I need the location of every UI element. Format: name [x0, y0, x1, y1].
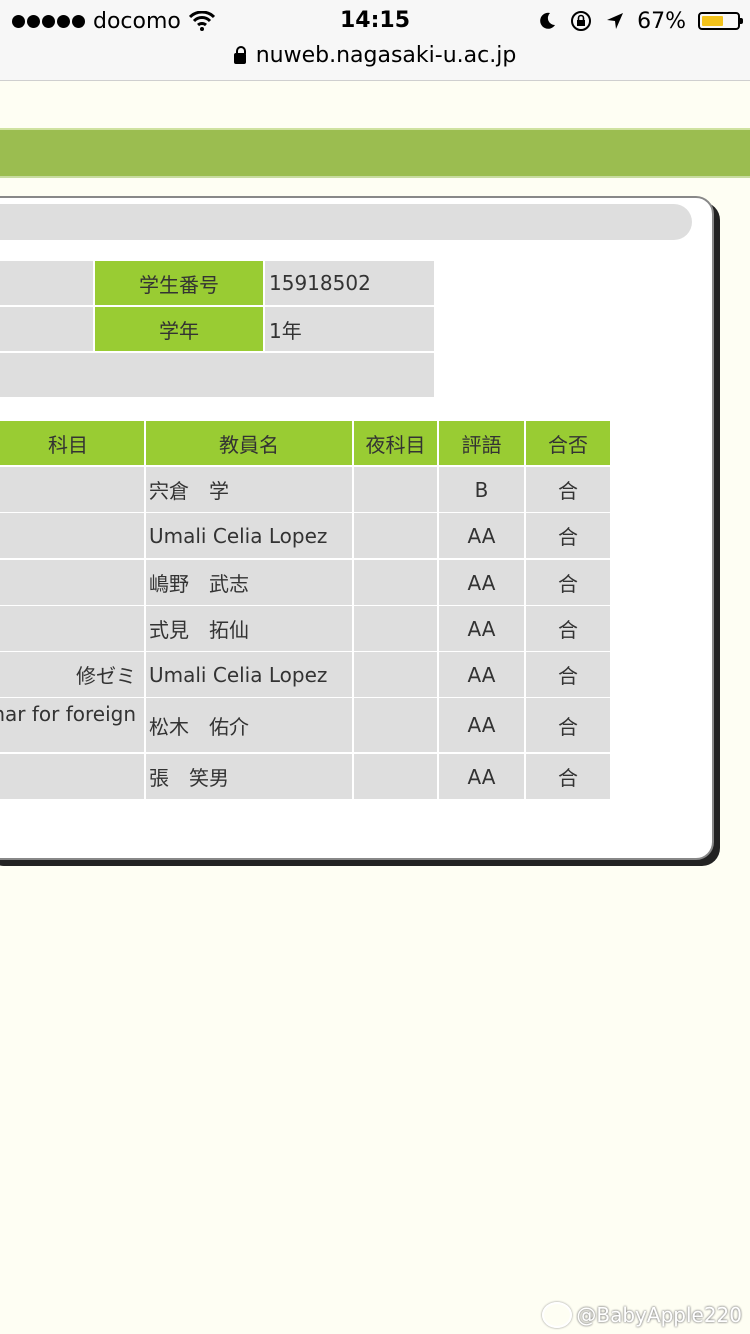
- status-bar: docomo 14:15 67% nuweb.nagasaki-u.ac.jp: [0, 0, 750, 81]
- page-header-band: [0, 128, 750, 178]
- watermark: @BabyApple220: [542, 1302, 742, 1328]
- header-pass: 合否: [526, 421, 610, 465]
- row-7-pass: 合: [526, 754, 610, 799]
- row-6-pass: 合: [526, 698, 610, 752]
- row-4-grade: AA: [439, 606, 524, 651]
- row-2-subject: [0, 513, 144, 558]
- row-5-grade: AA: [439, 652, 524, 697]
- row-5-pass: 合: [526, 652, 610, 697]
- battery-icon: [698, 12, 743, 30]
- lock-icon: [233, 45, 246, 64]
- header-teacher: 教員名: [146, 421, 352, 465]
- row-2-grade: AA: [439, 513, 524, 558]
- row-2-teacher: Umali Celia Lopez: [146, 513, 352, 558]
- year-label: 学年: [95, 307, 263, 351]
- info-cell-left-2: [0, 307, 93, 351]
- row-1-grade: B: [439, 467, 524, 512]
- row-6-subject: nar for foreign: [0, 698, 144, 752]
- url-text[interactable]: nuweb.nagasaki-u.ac.jp: [256, 43, 517, 68]
- row-7-night: [354, 754, 437, 799]
- row-3-subject: [0, 560, 144, 605]
- header-night: 夜科目: [354, 421, 437, 465]
- row-2-night: [354, 513, 437, 558]
- rotation-lock-icon: [571, 11, 592, 31]
- moon-icon: [540, 12, 556, 29]
- info-cell-wide: [0, 353, 434, 397]
- row-6-grade: AA: [439, 698, 524, 752]
- header-subject: 科目: [0, 421, 144, 465]
- row-4-night: [354, 606, 437, 651]
- row-1-pass: 合: [526, 467, 610, 512]
- row-5-subject: 修ゼミ: [0, 652, 144, 697]
- row-7-grade: AA: [439, 754, 524, 799]
- row-3-night: [354, 560, 437, 605]
- row-4-subject: [0, 606, 144, 651]
- row-7-subject: [0, 754, 144, 799]
- row-1-night: [354, 467, 437, 512]
- row-7-teacher: 張 笑男: [146, 754, 352, 799]
- row-3-teacher: 嶋野 武志: [146, 560, 352, 605]
- row-4-pass: 合: [526, 606, 610, 651]
- address-bar[interactable]: nuweb.nagasaki-u.ac.jp: [0, 40, 750, 70]
- info-cell-left-1: [0, 261, 93, 305]
- card-header-bar: [0, 204, 692, 240]
- row-3-grade: AA: [439, 560, 524, 605]
- row-6-night: [354, 698, 437, 752]
- row-2-pass: 合: [526, 513, 610, 558]
- status-icons: 67%: [537, 6, 743, 36]
- header-grade: 評語: [439, 421, 524, 465]
- row-1-subject: [0, 467, 144, 512]
- row-5-teacher: Umali Celia Lopez: [146, 652, 352, 697]
- row-1-teacher: 宍倉 学: [146, 467, 352, 512]
- location-arrow-icon: [607, 13, 624, 29]
- row-5-night: [354, 652, 437, 697]
- battery-percent: 67%: [637, 8, 686, 34]
- watermark-text: @BabyApple220: [576, 1303, 742, 1327]
- row-3-pass: 合: [526, 560, 610, 605]
- student-id-label: 学生番号: [95, 261, 263, 305]
- battery-level: [702, 16, 724, 26]
- student-id-value: 15918502: [265, 261, 434, 305]
- row-6-teacher: 松木 佑介: [146, 698, 352, 752]
- year-value: 1年: [265, 307, 434, 351]
- weibo-icon: [542, 1302, 573, 1328]
- row-4-teacher: 式見 拓仙: [146, 606, 352, 651]
